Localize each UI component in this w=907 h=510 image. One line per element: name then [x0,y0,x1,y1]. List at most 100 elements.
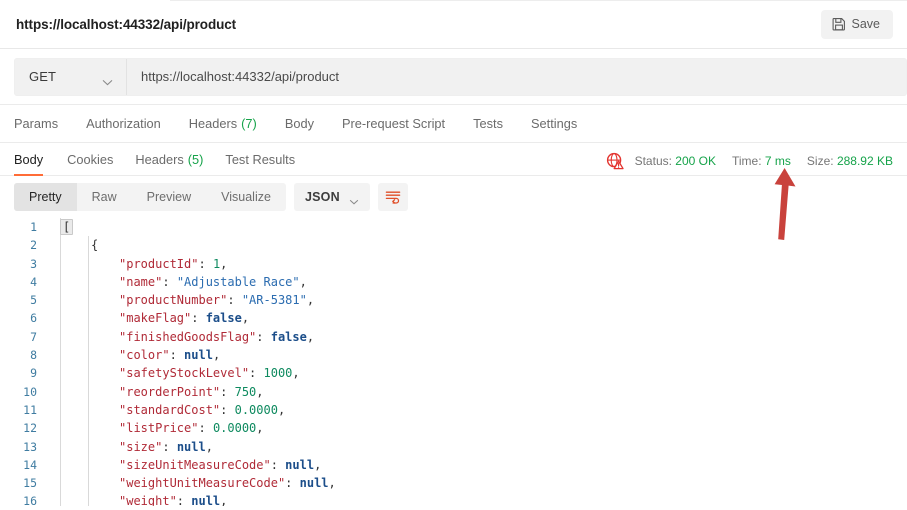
token-punct: : [162,274,177,289]
view-mode-visualize[interactable]: Visualize [206,183,286,211]
code-line: 15 "weightUnitMeasureCode": null, [0,474,907,492]
response-tab-test-results[interactable]: Test Results [214,143,306,175]
response-tab-body[interactable]: Body [14,143,56,176]
response-meta: Status: 200 OK Time: 7 ms Size: 288.92 K… [606,152,893,175]
token-punct: : [198,421,213,436]
token-brace: { [91,238,99,253]
code-line: 1[ [0,218,907,236]
tab-settings[interactable]: Settings [517,105,591,142]
chevron-down-icon [349,194,359,205]
token-key: "color" [119,348,170,363]
token-punct: : [285,476,300,491]
response-format-label: JSON [304,190,340,204]
url-input[interactable]: https://localhost:44332/api/product [127,58,906,95]
tab-body[interactable]: Body [271,105,328,142]
token-str: "Adjustable Race" [176,274,300,289]
response-tab-headers-label: Headers [135,151,184,167]
token-punct: , [241,311,250,326]
code-line: 12 "listPrice": 0.0000, [0,419,907,437]
line-number: 2 [30,238,37,253]
token-punct: : [191,311,206,326]
response-tab-cookies[interactable]: Cookies [56,143,124,175]
token-lit: null [176,439,206,454]
token-key: "sizeUnitMeasureCode" [119,457,271,472]
view-mode-raw[interactable]: Raw [77,183,132,211]
tab-pre-request-script[interactable]: Pre-request Script [328,105,459,142]
token-punct: : [198,256,213,271]
view-mode-preview[interactable]: Preview [132,183,206,211]
tab-headers[interactable]: Headers (7) [175,105,271,142]
token-key: "safetyStockLevel" [119,366,250,381]
line-number: 16 [23,494,37,506]
token-lit: false [270,329,307,344]
code-line-text: "size": null, [60,438,213,456]
code-line-text: "productId": 1, [60,255,227,273]
code-line: 10 "reorderPoint": 750, [0,383,907,401]
code-line-text: "productNumber": "AR-5381", [60,291,314,309]
response-tabs: Body Cookies Headers (5) Test Results [14,143,306,176]
line-number: 6 [30,311,37,326]
view-mode-segmented-control: Pretty Raw Preview Visualize [14,183,286,211]
token-str: "AR-5381" [241,293,307,308]
response-body-code-viewer[interactable]: 1[2{3 "productId": 1, 4 "name": "Adjustable… [0,218,907,506]
tab-headers-label: Headers [188,116,238,131]
size-badge: Size: 288.92 KB [807,154,893,168]
chevron-down-icon [102,73,113,86]
view-mode-pretty-label: Pretty [29,190,62,204]
tab-body-label: Body [284,116,314,131]
token-lit: null [299,476,329,491]
response-tab-headers[interactable]: Headers (5) [124,143,214,175]
http-method-select[interactable]: GET [15,58,127,95]
code-line-text: "weight": null, [60,492,227,506]
line-number: 9 [30,366,37,381]
code-line: 5 "productNumber": "AR-5381", [0,291,907,309]
response-tabs-row: Body Cookies Headers (5) Test Results St… [0,143,907,176]
view-mode-preview-label: Preview [146,190,192,204]
line-number: 10 [23,384,37,399]
code-line-text: "finishedGoodsFlag": false, [60,328,314,346]
request-tabs: Params Authorization Headers (7) Body Pr… [0,105,907,143]
token-key: "weight" [119,494,177,506]
tab-tests[interactable]: Tests [459,105,517,142]
token-bracket: [ [60,219,74,235]
token-punct: : [270,457,286,472]
code-line: 6 "makeFlag": false, [0,309,907,327]
token-punct: , [306,329,315,344]
code-line: 4 "name": "Adjustable Race", [0,273,907,291]
line-number: 4 [30,274,37,289]
line-number: 7 [30,329,37,344]
code-line: 14 "sizeUnitMeasureCode": null, [0,456,907,474]
save-button[interactable]: Save [820,9,893,39]
code-line: 16 "weight": null, [0,492,907,506]
token-num: 1000 [263,366,293,381]
response-format-select[interactable]: JSON [293,183,370,211]
tab-authorization[interactable]: Authorization [72,105,175,142]
token-lit: null [184,348,213,363]
size-value: 288.92 KB [836,154,893,168]
token-punct: : [220,384,235,399]
token-punct: , [306,293,315,308]
code-line-text: { [60,236,98,254]
code-line-text: "weightUnitMeasureCode": null, [60,474,336,492]
tab-settings-label: Settings [530,116,578,131]
code-line: 2{ [0,236,907,254]
token-key: "productNumber" [119,293,228,308]
time-value: 7 ms [764,154,791,168]
token-punct: , [299,274,307,289]
status-badge: Status: 200 OK [635,154,716,168]
code-lines: 1[2{3 "productId": 1, 4 "name": "Adjustable… [0,218,907,506]
view-mode-pretty[interactable]: Pretty [14,183,77,211]
code-line-text: "sizeUnitMeasureCode": null, [60,456,321,474]
token-num: 0.0000 [234,402,278,417]
token-key: "weightUnitMeasureCode" [119,476,286,491]
globe-warning-icon[interactable] [606,152,624,170]
token-key: "makeFlag" [119,311,192,326]
line-number: 8 [30,348,37,363]
token-punct: : [162,439,177,454]
code-line-text: "standardCost": 0.0000, [60,401,285,419]
code-line-text: "reorderPoint": 750, [60,383,264,401]
tab-params-label: Params [14,116,59,131]
word-wrap-button[interactable] [377,183,408,211]
tab-params[interactable]: Params [14,105,72,142]
token-punct: , [314,457,322,472]
